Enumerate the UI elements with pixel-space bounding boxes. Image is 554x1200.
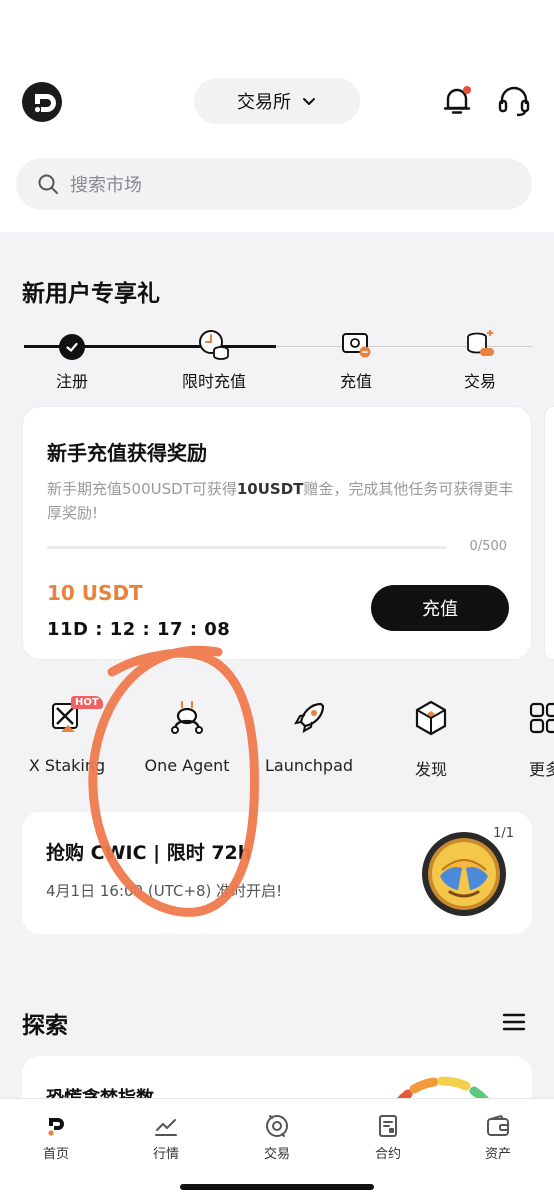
- clock-coins-icon: [199, 330, 229, 360]
- grid-more-icon: [529, 702, 554, 734]
- tab-label: 交易: [263, 1147, 290, 1162]
- tab-trade[interactable]: 交易: [237, 1113, 317, 1162]
- exchange-switcher[interactable]: 交易所: [194, 78, 360, 124]
- search-placeholder: 搜索市场: [70, 175, 142, 196]
- step-limited-deposit[interactable]: 限时充值: [164, 328, 264, 392]
- countdown-timer: 11D : 12 : 17 : 08: [47, 619, 231, 640]
- customer-service-icon[interactable]: [496, 84, 532, 118]
- quick-label: One Agent: [144, 756, 230, 775]
- quick-more[interactable]: 更多: [490, 698, 554, 780]
- reward-card-description: 新手期充值500USDT可获得10USDT赠金，完成其他任务可获得更丰厚奖励!: [47, 480, 514, 522]
- tab-contract[interactable]: 合约: [348, 1113, 428, 1162]
- chevron-down-icon: [303, 98, 315, 105]
- token-coin-icon: [422, 832, 506, 916]
- home-icon: [48, 1118, 64, 1136]
- step-label: 限时充值: [181, 372, 246, 391]
- app-logo-icon[interactable]: [22, 82, 62, 122]
- quick-label: 发现: [414, 760, 447, 779]
- hot-badge: HOT: [71, 696, 103, 709]
- tab-home[interactable]: 首页: [16, 1113, 96, 1162]
- banner-subtitle: 4月1日 16:00 (UTC+8) 准时开启!: [46, 882, 283, 900]
- quick-label: Launchpad: [264, 756, 354, 775]
- deposit-button[interactable]: 充值: [371, 585, 509, 631]
- quick-label: X Staking: [28, 756, 106, 775]
- coins-stack-icon: [467, 330, 494, 356]
- tab-label: 资产: [484, 1147, 511, 1162]
- cube-discover-icon: [415, 700, 447, 736]
- menu-icon[interactable]: [502, 1012, 526, 1032]
- newbie-gift-title: 新用户专享礼: [22, 281, 160, 307]
- wallet-icon: [487, 1114, 509, 1136]
- home-indicator: [180, 1184, 374, 1190]
- step-register[interactable]: 注册: [22, 328, 122, 392]
- promo-banner[interactable]: 抢购 CWIC | 限时 72h 4月1日 16:00 (UTC+8) 准时开启…: [22, 812, 532, 934]
- quick-one-agent[interactable]: One Agent: [132, 698, 242, 775]
- deposit-reward-card: 新手充值获得奖励 新手期充值500USDT可获得10USDT赠金，完成其他任务可…: [22, 406, 532, 660]
- banner-title: 抢购 CWIC | 限时 72h: [46, 842, 252, 864]
- contract-icon: [379, 1115, 397, 1137]
- quick-discover[interactable]: 发现: [376, 698, 486, 780]
- next-card-peek[interactable]: [544, 406, 554, 660]
- search-icon: [38, 174, 58, 194]
- tab-assets[interactable]: 资产: [458, 1113, 538, 1162]
- quick-label: 更多: [528, 760, 554, 779]
- search-bar[interactable]: 搜索市场: [16, 158, 532, 210]
- reward-amount: 10 USDT: [47, 581, 143, 605]
- top-header-area: 交易所 搜索市场: [0, 0, 554, 232]
- deposit-progress-bar: [47, 546, 447, 549]
- trade-icon: [266, 1115, 288, 1137]
- reward-card-title: 新手充值获得奖励: [47, 441, 207, 465]
- check-icon: [59, 334, 85, 360]
- tab-market[interactable]: 行情: [126, 1113, 206, 1162]
- deposit-progress-text: 0/500: [469, 539, 507, 554]
- market-chart-icon: [155, 1119, 177, 1136]
- step-label: 充值: [339, 372, 372, 391]
- rocket-icon: [294, 702, 325, 733]
- step-deposit[interactable]: 充值: [306, 328, 406, 392]
- tab-label: 行情: [152, 1147, 179, 1162]
- robot-agent-icon: [171, 700, 203, 734]
- quick-x-staking[interactable]: HOT X Staking: [12, 696, 122, 775]
- notification-bell-icon[interactable]: [440, 84, 474, 118]
- step-trade[interactable]: 交易: [430, 328, 530, 392]
- tab-label: 合约: [374, 1147, 401, 1162]
- step-label: 交易: [463, 372, 496, 391]
- quick-launchpad[interactable]: Launchpad: [254, 698, 364, 775]
- exchange-label: 交易所: [237, 92, 291, 113]
- explore-title: 探索: [22, 1013, 68, 1039]
- step-label: 注册: [55, 372, 88, 391]
- tab-label: 首页: [42, 1147, 69, 1162]
- deposit-card-icon: [342, 333, 371, 358]
